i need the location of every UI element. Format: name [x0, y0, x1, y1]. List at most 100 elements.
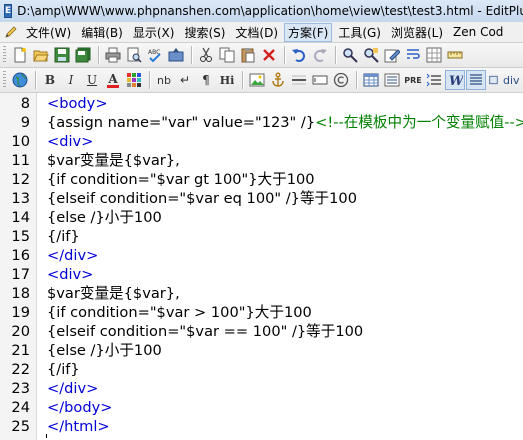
align-lines-icon: [470, 74, 482, 85]
ftp-upload-icon: [168, 48, 184, 62]
column-select-button[interactable]: [424, 45, 444, 65]
menu-project[interactable]: 方案(F): [284, 22, 333, 42]
text-token: {else /}小于100: [47, 209, 162, 226]
undo-button[interactable]: [289, 45, 309, 65]
print-preview-button[interactable]: [124, 45, 144, 65]
word-wrap-button[interactable]: [403, 45, 423, 65]
menu-browser[interactable]: 浏览器(L): [387, 23, 447, 42]
code-line[interactable]: 14 {else /}小于100: [0, 208, 523, 227]
toolbar-separator: [242, 71, 243, 89]
code-line[interactable]: 16 </div>: [0, 246, 523, 265]
delete-button[interactable]: [259, 45, 279, 65]
color-palette-button[interactable]: [124, 70, 144, 90]
text-token: {if condition="$var gt 100"}大于100: [47, 171, 315, 188]
copy-button[interactable]: [217, 45, 237, 65]
heading-button[interactable]: Hi: [217, 70, 237, 90]
view-in-browser-button[interactable]: [10, 70, 30, 90]
word-mode-button[interactable]: W: [445, 70, 465, 90]
bold-button[interactable]: B: [40, 70, 60, 90]
code-text: {/if}: [47, 360, 80, 379]
insert-comment-button[interactable]: [331, 70, 351, 90]
code-line[interactable]: 11 $var变量是{$var},: [0, 151, 523, 170]
save-icon: [54, 47, 70, 63]
code-line[interactable]: 22 {/if}: [0, 360, 523, 379]
code-line[interactable]: 9 {assign name="var" value="123" /}<!--在模…: [0, 113, 523, 132]
code-line[interactable]: 18 $var变量是{$var},: [0, 284, 523, 303]
code-line[interactable]: 19 {if condition="$var > 100"}大于100: [0, 303, 523, 322]
pencil-icon: [4, 25, 18, 39]
code-line[interactable]: 20 {elseif condition="$var == 100" /}等于10…: [0, 322, 523, 341]
save-all-button[interactable]: [73, 45, 93, 65]
delete-x-icon: [263, 49, 275, 61]
italic-button[interactable]: I: [61, 70, 81, 90]
paste-button[interactable]: [238, 45, 258, 65]
text-token: {elseif condition="$var eq 100" /}等于100: [47, 190, 357, 207]
preformatted-button[interactable]: PRE: [403, 70, 423, 90]
code-text: <div>: [47, 132, 93, 151]
code-line[interactable]: 10 <div>: [0, 132, 523, 151]
underline-button[interactable]: U: [82, 70, 102, 90]
code-lines: 8 <body> 9 {assign name="var" value="123" /…: [0, 94, 523, 436]
toolbar-grip[interactable]: [3, 71, 6, 89]
code-line[interactable]: 17 <div>: [0, 265, 523, 284]
menu-zen-coding[interactable]: Zen Cod: [449, 24, 507, 40]
div-button[interactable]: div: [487, 70, 522, 90]
menu-search[interactable]: 搜索(S): [180, 23, 229, 42]
save-button[interactable]: [52, 45, 72, 65]
spell-check-button[interactable]: ABC: [145, 45, 165, 65]
text-token: {if condition="$var > 100"}大于100: [47, 304, 312, 321]
new-file-button[interactable]: [10, 45, 30, 65]
menu-tools[interactable]: 工具(G): [334, 23, 385, 42]
open-file-button[interactable]: [31, 45, 51, 65]
code-line[interactable]: 21 {else /}小于100: [0, 341, 523, 360]
code-text: </div>: [47, 379, 98, 398]
edit-options-button[interactable]: [382, 45, 402, 65]
code-line[interactable]: 15 {/if}: [0, 227, 523, 246]
code-line[interactable]: 12 {if condition="$var gt 100"}大于100: [0, 170, 523, 189]
insert-table-button[interactable]: [361, 70, 381, 90]
replace-button[interactable]: [361, 45, 381, 65]
cut-button[interactable]: [196, 45, 216, 65]
print-button[interactable]: [103, 45, 123, 65]
code-line[interactable]: 13 {elseif condition="$var eq 100" /}等于10…: [0, 189, 523, 208]
menu-document[interactable]: 文档(D): [231, 23, 282, 42]
line-number: 25: [11, 418, 30, 435]
html-tag-token: </html>: [47, 418, 110, 435]
list-icon: [384, 73, 400, 87]
clear-format-button[interactable]: [424, 70, 444, 90]
insert-image-button[interactable]: [247, 70, 267, 90]
toggle-ruler-button[interactable]: [445, 45, 465, 65]
form-field-icon: [312, 75, 328, 85]
insert-anchor-button[interactable]: [268, 70, 288, 90]
menu-file[interactable]: 文件(W): [22, 23, 75, 42]
menu-view[interactable]: 显示(X): [129, 23, 179, 42]
editplus-window: E D:\amp\WWW\www.phpnanshen.com\applicat…: [0, 0, 523, 440]
insert-list-button[interactable]: [382, 70, 402, 90]
paragraph-button[interactable]: ¶: [196, 70, 216, 90]
code-line[interactable]: 24 </body>: [0, 398, 523, 417]
align-button[interactable]: [466, 70, 486, 90]
code-line[interactable]: 8 <body>: [0, 94, 523, 113]
editplus-app-icon: E: [4, 4, 13, 18]
insert-form-button[interactable]: [310, 70, 330, 90]
line-number: 9: [20, 114, 30, 131]
line-break-button[interactable]: ↵: [175, 70, 195, 90]
nbsp-button[interactable]: nb: [154, 70, 174, 90]
find-button[interactable]: [340, 45, 360, 65]
html-tag-token: </div>: [47, 247, 99, 264]
color-palette-icon: [127, 73, 141, 87]
code-line[interactable]: 25 </html>: [0, 417, 523, 436]
line-number: 16: [11, 247, 30, 264]
html-tag-token: <div>: [47, 133, 94, 150]
toolbar-separator: [149, 71, 150, 89]
ftp-upload-button[interactable]: [166, 45, 186, 65]
line-number: 23: [11, 380, 30, 397]
redo-button[interactable]: [310, 45, 330, 65]
toolbar-grip[interactable]: [3, 46, 6, 64]
code-editor[interactable]: 8 <body> 9 {assign name="var" value="123" /…: [0, 93, 523, 440]
font-color-button[interactable]: A: [103, 70, 123, 90]
menu-edit[interactable]: 编辑(B): [77, 23, 127, 42]
horizontal-rule-button[interactable]: [289, 70, 309, 90]
code-line[interactable]: 23 </div>: [0, 379, 523, 398]
line-number: 13: [11, 190, 30, 207]
